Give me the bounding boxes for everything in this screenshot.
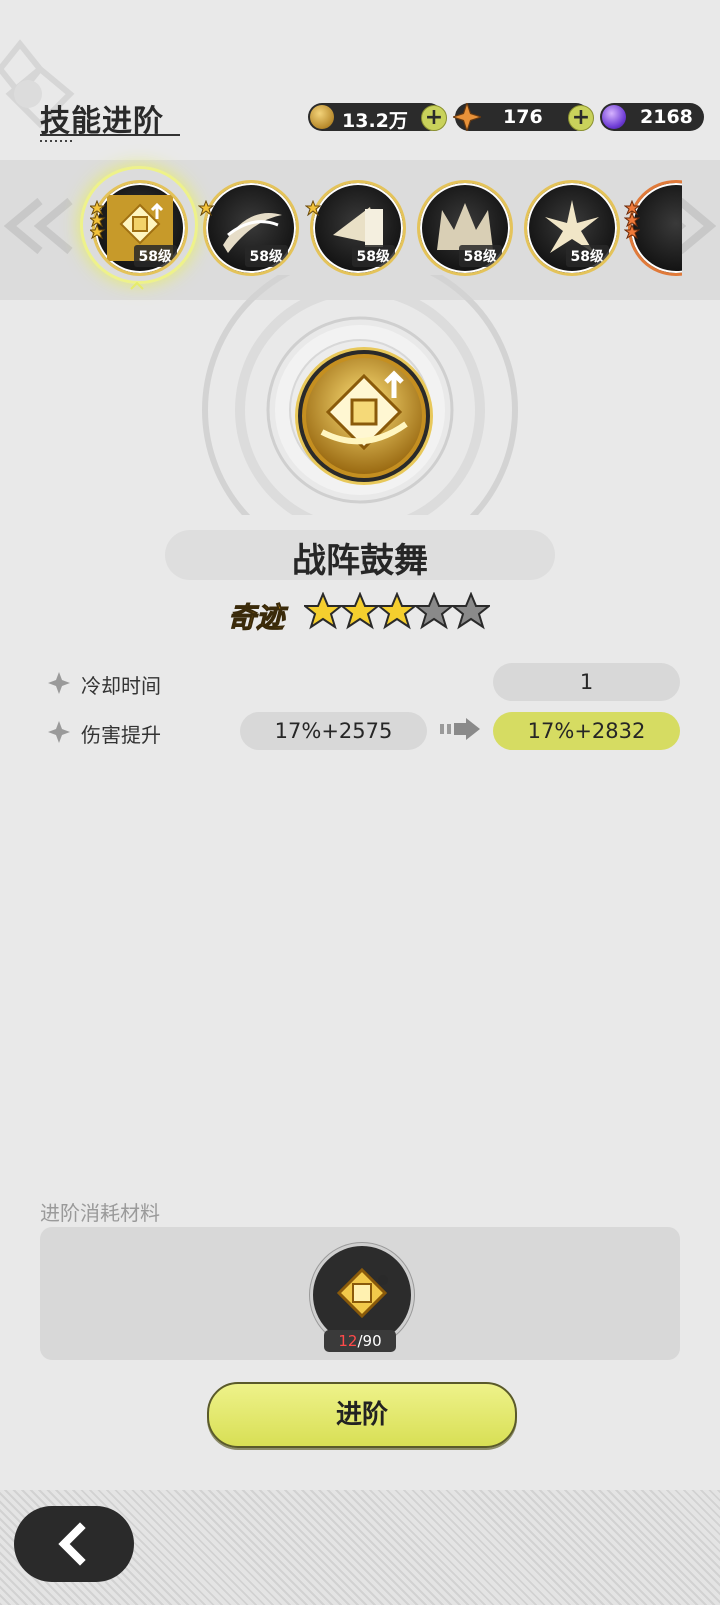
skill-level: 58级 [244,245,288,267]
material-have: 12 [338,1332,358,1350]
arrow-right-icon [440,718,480,740]
add-coin-button[interactable]: + [421,105,447,131]
advance-button[interactable]: 进阶 [207,1382,517,1448]
title-underline [40,134,180,136]
coin-value: 13.2万 [342,110,408,132]
skill-slot-5[interactable]: 58级 [524,180,620,276]
skill-2-star [198,200,214,216]
star-filled-icon [376,592,418,630]
sparkle-icon [48,672,70,694]
material-count: 12/90 [324,1330,396,1352]
selected-caret-icon [130,282,144,290]
skill-3-star [305,200,321,216]
back-button[interactable] [14,1506,134,1582]
damage-boost-current: 17%+2575 [240,712,427,750]
skill-level: 58级 [458,245,502,267]
skill-name: 战阵鼓舞 [292,541,428,581]
star-empty-icon [413,592,455,630]
gem-icon [602,105,626,129]
material-need: 90 [362,1332,382,1350]
damage-boost-label: 伤害提升 [81,723,161,747]
skill-level: 58级 [565,245,609,267]
skill-slot-2[interactable]: 58级 [203,180,299,276]
skill-detail-icon [298,350,430,482]
gem-balance: 2168 [600,103,704,131]
materials-label: 进阶消耗材料 [40,1201,160,1225]
title-dots [40,140,72,142]
skill-slot-4[interactable]: 58级 [417,180,513,276]
skill-level: 58级 [351,245,395,267]
skill-slot-3[interactable]: 58级 [310,180,406,276]
star-filled-icon [304,592,344,630]
crescent-skill-icon [655,200,682,256]
sparkle-icon [48,721,70,743]
star-empty-icon [450,592,490,630]
crystal-value: 176 [503,106,543,128]
star-filled-icon [339,592,381,630]
skill-level: 58级 [133,245,177,267]
gem-value: 2168 [640,106,693,128]
back-arrow-icon [58,1522,86,1566]
crystal-balance: 176 + [453,103,594,131]
star-crystal-icon [453,103,481,131]
skill-6-stars [624,200,640,240]
damage-boost-next: 17%+2832 [493,712,680,750]
cooldown-value: 1 [493,663,680,701]
skill-1-stars [90,200,106,240]
add-crystal-button[interactable]: + [568,105,594,131]
skill-star-rating [304,592,490,630]
cooldown-label: 冷却时间 [81,674,161,698]
war-drum-skill-icon [306,358,422,474]
skill-rarity: 奇迹 [227,601,285,635]
coin-balance: 13.2万 + [308,103,447,132]
coin-icon [310,105,334,129]
